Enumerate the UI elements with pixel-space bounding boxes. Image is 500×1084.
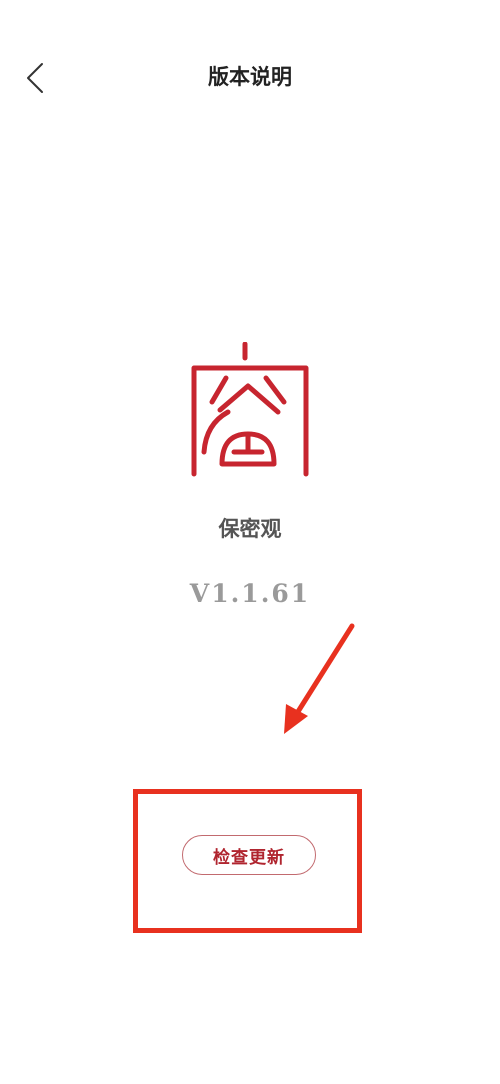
app-logo xyxy=(186,341,314,482)
red-arrow-icon xyxy=(284,623,355,734)
app-version: V1.1.61 xyxy=(189,579,311,608)
seal-logo-icon xyxy=(191,341,309,477)
page-title: 版本说明 xyxy=(208,64,292,89)
annotation-arrow xyxy=(270,620,370,740)
check-update-button[interactable]: 检查更新 xyxy=(182,835,316,875)
app-name: 保密观 xyxy=(218,516,282,541)
